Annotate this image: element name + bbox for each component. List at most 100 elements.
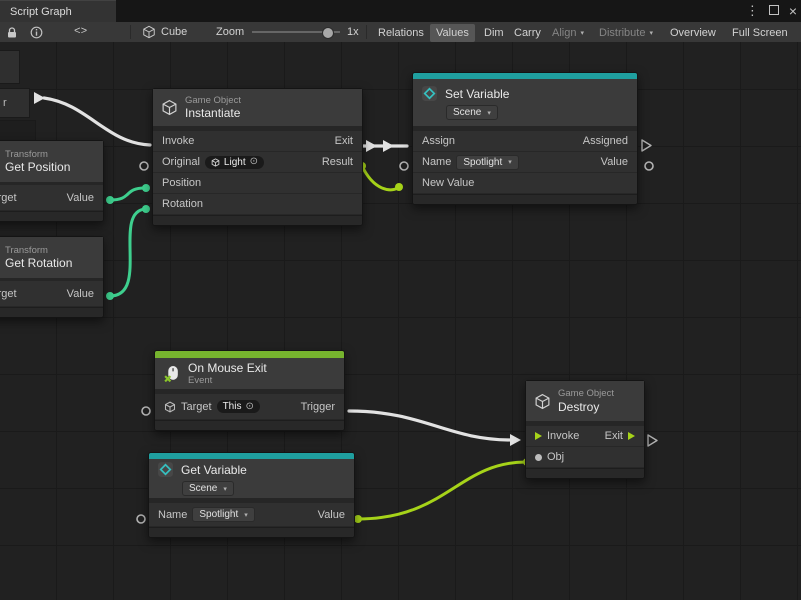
wire-layer (0, 42, 801, 600)
node-get-rotation[interactable]: Transform Get Rotation Target Value (0, 236, 104, 318)
port-dot[interactable] (142, 184, 150, 192)
variable-name-dropdown[interactable]: Spotlight ▾ (456, 155, 518, 170)
object-picker-icon[interactable]: ⊙ (250, 157, 258, 167)
node-footer (0, 211, 103, 221)
graph-target[interactable]: Cube (142, 22, 187, 42)
zoom-slider-track[interactable] (252, 31, 340, 33)
chevron-down-icon: ▾ (223, 485, 227, 493)
flow-arrow-icon (510, 434, 521, 446)
node-header[interactable]: On Mouse Exit Event (155, 358, 344, 394)
game-object-icon (164, 401, 176, 413)
code-view-icon[interactable]: <> (74, 22, 87, 42)
port-dot[interactable] (106, 196, 114, 204)
port-exit-output[interactable] (648, 435, 657, 446)
port-name-input[interactable] (400, 162, 408, 170)
variable-name-value: Spotlight (199, 509, 238, 520)
port-dot[interactable] (142, 205, 150, 213)
port-name-input[interactable] (137, 515, 145, 523)
fullscreen-label: Full Screen (726, 24, 794, 42)
object-field-value: Light (224, 157, 246, 168)
port-label-target: Target (181, 401, 212, 413)
window-menu-icon[interactable]: ⋮ (746, 0, 759, 22)
graph-canvas[interactable]: r Transform Get Position Target Value Tr… (0, 42, 801, 600)
wire-result-to-newvalue (362, 166, 399, 190)
node-on-mouse-exit[interactable]: On Mouse Exit Event Target This ⊙ Trigge… (154, 350, 345, 431)
port-dot[interactable] (395, 183, 403, 191)
node-title: Get Variable (181, 463, 247, 477)
node-title: Set Variable (445, 87, 509, 101)
node-header[interactable]: Game Object Destroy (526, 381, 644, 426)
object-picker-icon[interactable]: ⊙ (245, 402, 253, 412)
maximize-icon[interactable] (769, 0, 779, 22)
node-destroy[interactable]: Game Object Destroy Invoke Exit Obj (525, 380, 645, 479)
port-label-position: Position (162, 177, 201, 189)
node-footer (153, 215, 362, 225)
values-button[interactable]: Values (430, 22, 475, 42)
port-label-invoke: Invoke (547, 430, 579, 442)
tab-script-graph[interactable]: Script Graph (0, 0, 116, 22)
flow-in-arrow-icon[interactable] (535, 432, 542, 440)
wire-value-to-obj (358, 462, 526, 519)
wire-trigger-to-invoke (349, 411, 512, 440)
clipped-node-fragment[interactable]: r (0, 88, 30, 118)
zoom-slider-thumb[interactable] (322, 27, 334, 39)
object-field-light[interactable]: Light ⊙ (205, 156, 264, 169)
overview-label: Overview (664, 24, 722, 42)
port-label-result: Result (322, 156, 353, 168)
zoom-label: Zoom (216, 22, 244, 42)
port-label-assigned: Assigned (583, 135, 628, 147)
info-icon[interactable] (30, 22, 43, 42)
clipped-node-fragment[interactable] (0, 120, 36, 142)
port-row: Name Spotlight ▾ Value (413, 152, 637, 173)
variable-scope-value: Scene (453, 107, 481, 118)
node-header[interactable]: Get Variable Scene ▾ (149, 459, 354, 503)
port-target-input[interactable] (142, 407, 150, 415)
values-label: Values (430, 24, 475, 42)
port-label-invoke: Invoke (162, 135, 194, 147)
port-original-input[interactable] (140, 162, 148, 170)
node-set-variable[interactable]: Set Variable Scene ▾ Assign Assigned Nam… (412, 72, 638, 205)
dim-button[interactable]: Dim (478, 22, 510, 42)
node-footer (413, 194, 637, 204)
variable-scope-dropdown[interactable]: Scene ▾ (182, 481, 234, 496)
variable-name-dropdown[interactable]: Spotlight ▾ (192, 507, 254, 522)
variable-scope-dropdown[interactable]: Scene ▾ (446, 105, 498, 120)
port-label-name: Name (422, 156, 451, 168)
port-dot[interactable] (106, 292, 114, 300)
node-header[interactable]: Transform Get Rotation (0, 237, 103, 281)
port-dot[interactable] (354, 515, 362, 523)
port-value-output[interactable] (645, 162, 653, 170)
flow-out-arrow-icon[interactable] (628, 432, 635, 440)
node-footer (155, 420, 344, 430)
distribute-label: Distribute (599, 27, 645, 39)
chevron-down-icon: ▾ (649, 29, 653, 37)
clipped-node-fragment[interactable] (0, 50, 20, 84)
fullscreen-button[interactable]: Full Screen (726, 22, 794, 42)
node-header[interactable]: Game Object Instantiate (153, 89, 362, 131)
distribute-dropdown[interactable]: Distribute ▾ (593, 22, 659, 42)
fragment-label: r (3, 97, 7, 109)
node-title: On Mouse Exit (188, 361, 267, 375)
node-get-variable[interactable]: Get Variable Scene ▾ Name Spotlight ▾ Va… (148, 452, 355, 538)
overview-button[interactable]: Overview (664, 22, 722, 42)
zoom-slider[interactable] (252, 22, 340, 42)
node-footer (0, 307, 103, 317)
object-field-this[interactable]: This ⊙ (217, 400, 260, 413)
node-instantiate[interactable]: Game Object Instantiate Invoke Exit Orig… (152, 88, 363, 226)
carry-button[interactable]: Carry (508, 22, 547, 42)
close-icon[interactable]: × (789, 0, 797, 22)
info-glyph (30, 26, 43, 39)
relations-button[interactable]: Relations (372, 22, 430, 42)
node-get-position[interactable]: Transform Get Position Target Value (0, 140, 104, 222)
variable-icon (421, 85, 438, 102)
variable-icon (157, 461, 174, 478)
node-header[interactable]: Transform Get Position (0, 141, 103, 185)
port-label-rotation: Rotation (162, 198, 203, 210)
lock-icon[interactable] (6, 22, 18, 42)
wire-getposition-to-position (110, 188, 145, 200)
port-assigned-output[interactable] (642, 140, 651, 151)
align-dropdown[interactable]: Align ▾ (546, 22, 590, 42)
value-port-icon[interactable] (535, 454, 542, 461)
port-row: Original Light ⊙ Result (153, 152, 362, 173)
node-header[interactable]: Set Variable Scene ▾ (413, 79, 637, 131)
